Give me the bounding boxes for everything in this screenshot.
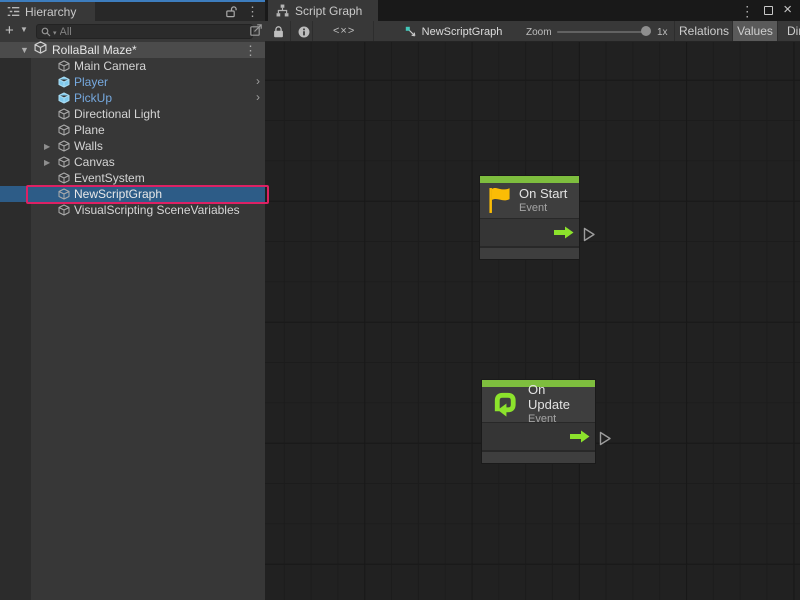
graph-node[interactable]: On Start Event <box>479 175 580 260</box>
hierarchy-tab-bar: Hierarchy ⋮ <box>0 2 265 21</box>
output-port-icon[interactable] <box>599 431 612 446</box>
node-footer <box>482 452 595 463</box>
node-header[interactable]: On Update Event <box>482 387 595 423</box>
add-object-button[interactable]: + <box>5 22 14 39</box>
detach-search-icon[interactable] <box>250 24 262 36</box>
dim-button[interactable]: Dim <box>778 21 800 42</box>
gameobject-cube-icon <box>58 124 74 136</box>
gameobject-cube-icon <box>58 204 74 216</box>
hierarchy-row[interactable]: ▶ Canvas › <box>0 154 265 170</box>
update-loop-icon <box>490 390 520 419</box>
node-subtitle: Event <box>519 202 567 215</box>
hierarchy-row[interactable]: ▶ Walls › <box>0 138 265 154</box>
zoom-value: 1x <box>657 27 668 38</box>
maximize-icon[interactable] <box>764 6 773 15</box>
row-label: PickUp <box>74 91 112 105</box>
node-title: On Update <box>528 383 587 413</box>
graph-canvas[interactable]: On Start Event <box>265 42 800 600</box>
search-icon <box>41 27 52 37</box>
row-label: Plane <box>74 123 105 137</box>
prefab-open-chevron-icon[interactable]: › <box>256 74 260 88</box>
gameobject-cube-icon <box>58 60 74 72</box>
hierarchy-row[interactable]: ▶ VisualScripting SceneVariables › <box>0 202 265 218</box>
row-foldout-icon[interactable]: ▶ <box>44 158 58 167</box>
graph-icon <box>276 4 289 17</box>
hierarchy-row[interactable]: ▶ Directional Light › <box>0 106 265 122</box>
hierarchy-row[interactable]: ▶ Player › <box>0 74 265 90</box>
start-flag-icon <box>488 186 511 215</box>
tab-script-graph[interactable]: Script Graph <box>268 0 378 21</box>
zoom-slider-handle[interactable] <box>641 26 651 36</box>
graph-toolbar: <×> NewScriptGraph Zoom 1x Relations Val… <box>265 21 800 42</box>
row-label: Walls <box>74 139 103 153</box>
lock-icon[interactable] <box>273 25 284 38</box>
node-title: On Start <box>519 187 567 202</box>
unlock-icon[interactable] <box>226 5 238 18</box>
gameobject-cube-icon <box>58 140 74 152</box>
row-label: EventSystem <box>74 171 145 185</box>
zoom-label: Zoom <box>526 27 552 38</box>
hierarchy-row[interactable]: ▶ PickUp › <box>0 90 265 106</box>
hierarchy-row[interactable]: ▶ Plane › <box>0 122 265 138</box>
gameobject-cube-icon <box>58 76 74 88</box>
row-label: Directional Light <box>74 107 160 121</box>
row-label: Main Camera <box>74 59 146 73</box>
info-icon[interactable] <box>298 26 310 38</box>
hierarchy-rows: ▶ Main Camera › ▶ Player › ▶ PickUp › ▶ <box>0 58 265 218</box>
gameobject-cube-icon <box>58 92 74 104</box>
graph-node[interactable]: On Update Event <box>481 379 596 464</box>
relations-button[interactable]: Relations <box>676 21 732 42</box>
graph-name-label: NewScriptGraph <box>422 26 503 38</box>
row-label: VisualScripting SceneVariables <box>74 203 240 217</box>
node-body <box>482 423 595 452</box>
row-foldout-icon[interactable]: ▶ <box>44 142 58 151</box>
close-icon[interactable]: × <box>783 2 792 17</box>
flow-arrow-icon[interactable] <box>570 430 590 443</box>
hierarchy-toolbar: + ▼ ▾ <box>0 21 265 42</box>
add-object-caret-icon[interactable]: ▼ <box>20 25 28 34</box>
hierarchy-menu-icon[interactable]: ⋮ <box>246 5 259 18</box>
scene-menu-icon[interactable]: ⋮ <box>244 44 257 57</box>
tab-script-graph-label: Script Graph <box>295 4 362 18</box>
values-button[interactable]: Values <box>733 21 777 42</box>
blackboard-variables-icon[interactable]: <×> <box>333 25 355 37</box>
unity-editor: Hierarchy ⋮ + ▼ ▾ <box>0 0 800 600</box>
scene-name: RollaBall Maze* <box>52 43 137 57</box>
script-graph-asset-icon <box>405 26 417 38</box>
row-label: Player <box>74 75 108 89</box>
hierarchy-row[interactable]: ▶ EventSystem › <box>0 170 265 186</box>
search-filter-caret-icon[interactable]: ▾ <box>53 29 57 37</box>
node-footer <box>480 248 579 259</box>
unity-scene-icon <box>34 41 52 59</box>
scene-foldout-icon[interactable]: ▼ <box>20 45 34 55</box>
scene-header-row[interactable]: ▼ RollaBall Maze* ⋮ <box>0 42 265 58</box>
gameobject-cube-icon <box>58 156 74 168</box>
tab-hierarchy-label: Hierarchy <box>25 5 76 19</box>
node-accent-bar <box>480 176 579 183</box>
row-label: NewScriptGraph <box>74 187 162 201</box>
hierarchy-row[interactable]: ▶ NewScriptGraph › <box>0 186 265 202</box>
node-subtitle: Event <box>528 413 587 426</box>
script-graph-panel: Script Graph ⋮ × <×> <box>265 0 800 600</box>
hierarchy-panel: Hierarchy ⋮ + ▼ ▾ <box>0 0 265 600</box>
zoom-slider-track[interactable] <box>557 31 651 33</box>
gameobject-cube-icon <box>58 172 74 184</box>
node-body <box>480 219 579 248</box>
output-port-icon[interactable] <box>583 227 596 242</box>
row-label: Canvas <box>74 155 115 169</box>
graph-tab-bar: Script Graph ⋮ × <box>265 0 800 21</box>
prefab-open-chevron-icon[interactable]: › <box>256 90 260 104</box>
window-menu-icon[interactable]: ⋮ <box>740 4 754 18</box>
hierarchy-search-field[interactable]: ▾ <box>36 24 253 39</box>
flow-arrow-icon[interactable] <box>554 226 574 239</box>
gameobject-cube-icon <box>58 108 74 120</box>
tab-hierarchy[interactable]: Hierarchy <box>0 2 95 21</box>
gameobject-cube-icon <box>58 188 74 200</box>
hierarchy-row[interactable]: ▶ Main Camera › <box>0 58 265 74</box>
graph-name-button[interactable]: NewScriptGraph <box>389 22 518 41</box>
hierarchy-icon <box>7 6 20 17</box>
node-header[interactable]: On Start Event <box>480 183 579 219</box>
search-input[interactable] <box>60 26 230 38</box>
